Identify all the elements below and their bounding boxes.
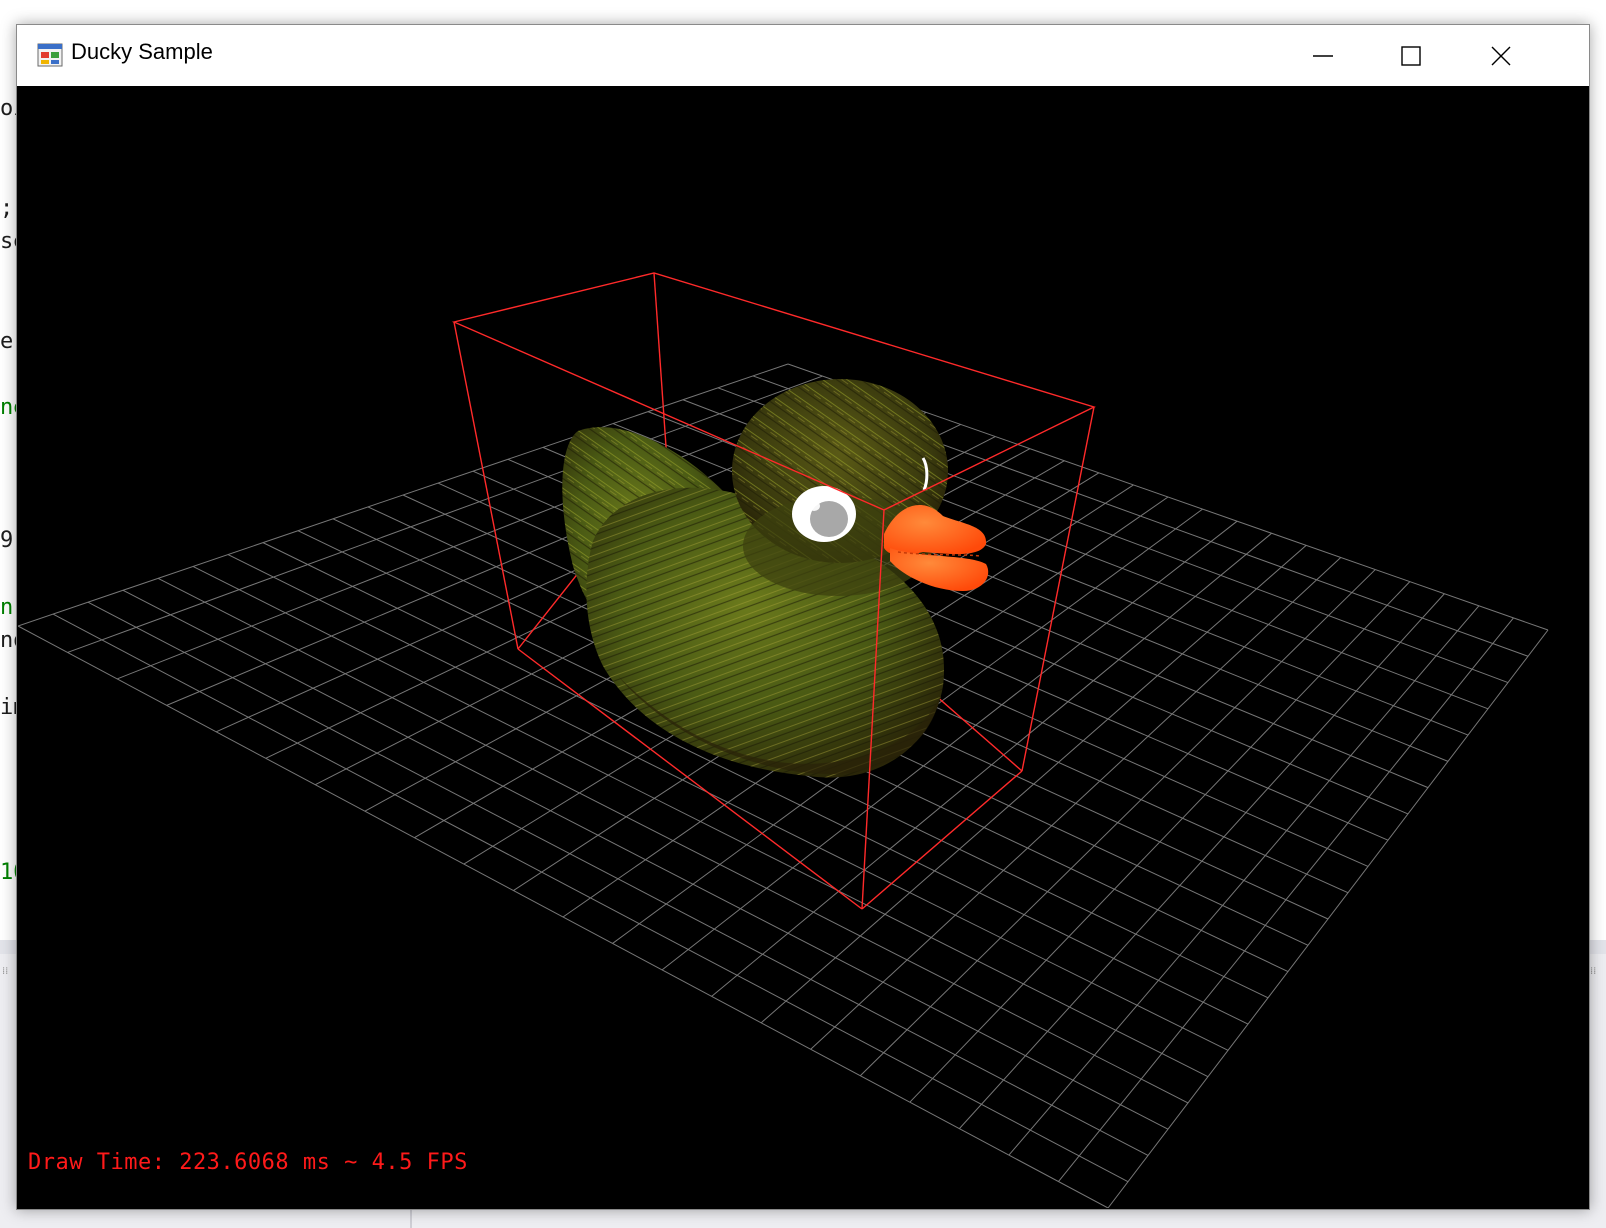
code-fragment: 9: [0, 528, 14, 553]
close-button[interactable]: [1457, 25, 1545, 86]
maximize-button[interactable]: [1367, 25, 1455, 86]
grid-line: [909, 581, 1411, 1103]
window-title: Ducky Sample: [71, 39, 213, 64]
title-bar[interactable]: Ducky Sample: [17, 25, 1589, 86]
windows-form-icon: [37, 43, 63, 67]
grid-line: [52, 613, 1129, 1183]
render-viewport[interactable]: Draw Time: 223.6068 ms ~ 4.5 FPS: [18, 86, 1588, 1208]
minimize-button[interactable]: [1279, 25, 1367, 86]
draw-time-status: Draw Time: 223.6068 ms ~ 4.5 FPS: [28, 1150, 468, 1175]
grip-icon: ⁞⁞: [1590, 966, 1597, 977]
grip-icon: ⁞⁞: [2, 966, 9, 977]
minimize-icon: [1313, 54, 1333, 57]
grid-line: [1008, 605, 1480, 1156]
rubber-duck-model: [562, 379, 989, 778]
grid-line: [18, 625, 1109, 1208]
ducky-sample-window[interactable]: Ducky Sample Draw Time: 223.6068 ms ~ 4.…: [16, 24, 1590, 1210]
close-icon: [1491, 46, 1511, 65]
maximize-icon: [1401, 45, 1421, 66]
3d-scene: [18, 272, 1549, 1208]
grid-line: [1107, 629, 1549, 1208]
